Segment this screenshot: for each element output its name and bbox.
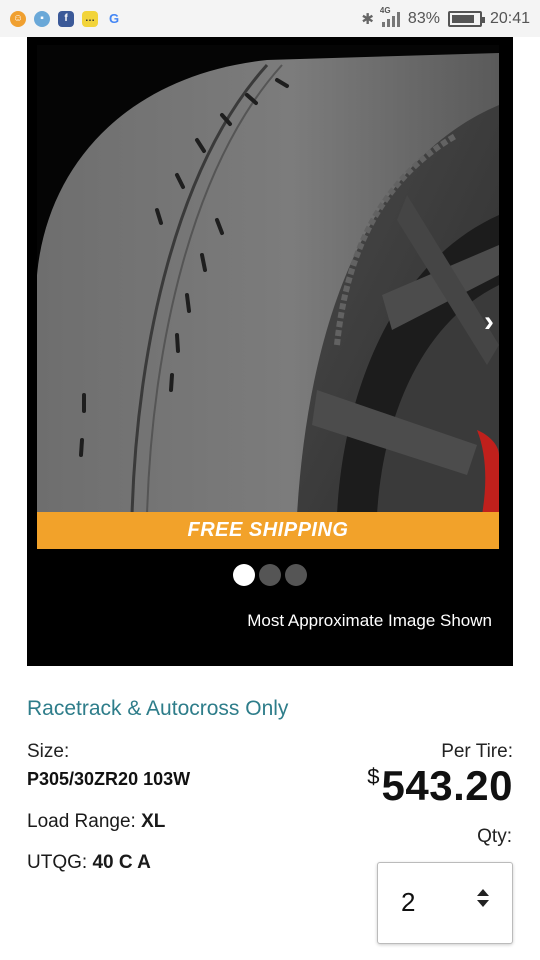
size-value: P305/30ZR20 103W (27, 769, 191, 789)
utqg-row: UTQG: 40 C A (27, 852, 151, 874)
qty-label: Qty: (477, 826, 512, 847)
tire-image (37, 45, 499, 515)
usage-tagline: Racetrack & Autocross Only (27, 697, 289, 720)
google-icon: G (108, 11, 120, 26)
utqg-label: UTQG: (27, 852, 88, 873)
price: $ 543.20 (367, 762, 513, 810)
carousel-dot[interactable] (233, 564, 255, 586)
kakaotalk-icon: … (82, 10, 98, 27)
quantity-select[interactable]: 2 (377, 862, 513, 944)
free-shipping-label: FREE SHIPPING (187, 519, 349, 541)
carousel-dot[interactable] (285, 564, 307, 586)
sort-arrows-icon (477, 889, 489, 907)
load-range-label: Load Range: (27, 811, 136, 832)
battery-icon (447, 10, 485, 27)
per-tire-label: Per Tire: (441, 741, 513, 762)
battery-percent: 83% (407, 9, 440, 27)
battery-fill (451, 14, 474, 23)
size-label: Size: (27, 741, 70, 762)
status-bar: ☺ ▪ f … G ✱ 4G 83% 20:41 (0, 0, 540, 37)
carousel-dots (27, 564, 513, 586)
bluetooth-icon: ✱ (361, 10, 374, 28)
blue-app-icon: ▪ (34, 10, 50, 27)
signal-icon: 4G (380, 6, 400, 27)
currency-symbol: $ (367, 764, 380, 789)
utqg-value: 40 C A (92, 852, 151, 873)
network-type: 4G (379, 5, 391, 15)
price-value: 543.20 (381, 762, 513, 809)
facebook-icon: f (58, 10, 74, 27)
image-disclaimer: Most Approximate Image Shown (247, 611, 492, 630)
next-image-chevron-icon[interactable]: › (477, 305, 501, 338)
quantity-value: 2 (401, 887, 416, 917)
clock: 20:41 (489, 9, 530, 27)
load-range-value: XL (141, 811, 166, 832)
product-image-gallery[interactable]: › FREE SHIPPING Most Approximate Image S… (27, 37, 513, 666)
load-range-row: Load Range: XL (27, 811, 165, 833)
carousel-dot[interactable] (259, 564, 281, 586)
free-shipping-banner: FREE SHIPPING (37, 512, 499, 549)
notification-icons: ☺ ▪ f … G (10, 10, 122, 27)
orange-app-icon: ☺ (10, 10, 26, 27)
